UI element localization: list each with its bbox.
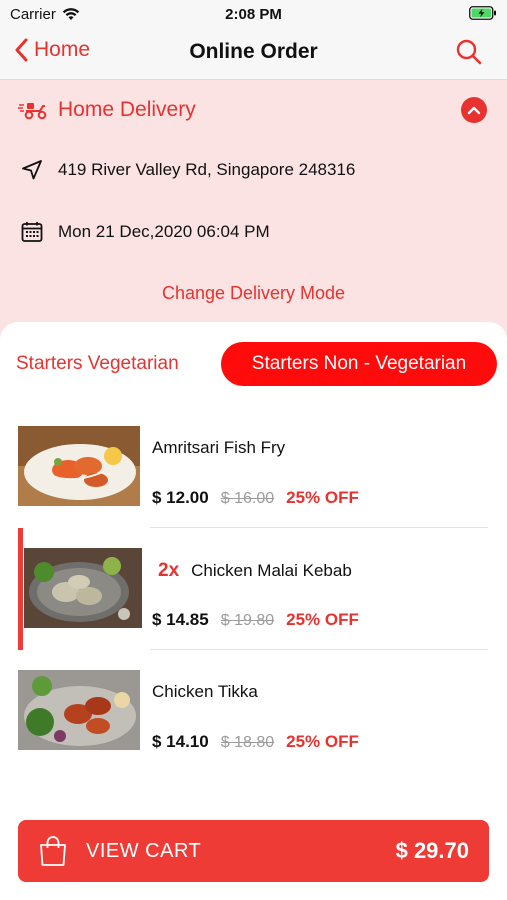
delivery-panel: Home Delivery 419 River Valley Rd, Singa…	[0, 80, 507, 340]
item-prices: $ 14.10 $ 18.80 25% OFF	[152, 732, 359, 752]
item-price: $ 12.00	[152, 488, 209, 507]
item-name: 2x Chicken Malai Kebab	[158, 560, 352, 582]
item-price: $ 14.10	[152, 732, 209, 751]
item-prices: $ 14.85 $ 19.80 25% OFF	[152, 610, 359, 630]
menu-sheet: Starters Vegetarian Starters Non - Veget…	[0, 322, 507, 900]
tab-starters-non-vegetarian[interactable]: Starters Non - Vegetarian	[221, 342, 497, 386]
item-discount: 25% OFF	[286, 488, 359, 507]
delivery-address-row: 419 River Valley Rd, Singapore 248316	[20, 158, 355, 182]
back-label: Home	[34, 38, 91, 61]
chevron-left-icon	[15, 38, 28, 62]
dish-image-chicken-malai-kebab	[24, 548, 146, 628]
item-discount: 25% OFF	[286, 610, 359, 629]
search-icon[interactable]	[455, 38, 483, 66]
delivery-address: 419 River Valley Rd, Singapore 248316	[58, 160, 356, 179]
item-original-price: $ 19.80	[220, 612, 275, 629]
tab-starters-vegetarian[interactable]: Starters Vegetarian	[16, 342, 179, 386]
menu-item-amritsari-fish-fry[interactable]: Amritsari Fish Fry $ 12.00 $ 16.00 25% O…	[0, 406, 507, 528]
delivery-mode-label: Home Delivery	[58, 98, 196, 121]
view-cart-label: VIEW CART	[86, 840, 202, 862]
delivery-datetime-row: Mon 21 Dec,2020 06:04 PM	[20, 220, 270, 244]
item-title: Chicken Malai Kebab	[191, 561, 352, 580]
item-prices: $ 12.00 $ 16.00 25% OFF	[152, 488, 359, 508]
location-arrow-icon	[22, 160, 42, 180]
status-bar: Carrier 2:08 PM	[0, 0, 507, 28]
status-time: 2:08 PM	[225, 6, 282, 23]
menu-item-chicken-tikka[interactable]: Chicken Tikka $ 14.10 $ 18.80 25% OFF	[0, 650, 507, 772]
view-cart-button[interactable]: VIEW CART $ 29.70	[18, 820, 489, 882]
category-tabs: Starters Vegetarian Starters Non - Veget…	[0, 342, 507, 386]
delivery-datetime: Mon 21 Dec,2020 06:04 PM	[58, 222, 270, 241]
battery-charging-icon	[469, 6, 496, 20]
item-discount: 25% OFF	[286, 732, 359, 751]
nav-bar: Home Online Order	[0, 28, 507, 80]
change-delivery-mode-link[interactable]: Change Delivery Mode	[0, 283, 507, 304]
item-original-price: $ 16.00	[220, 490, 275, 507]
calendar-icon	[21, 222, 43, 242]
delivery-mode: Home Delivery	[18, 98, 196, 122]
menu-item-chicken-malai-kebab[interactable]: 2x Chicken Malai Kebab $ 14.85 $ 19.80 2…	[0, 528, 507, 650]
shopping-bag-icon	[40, 836, 66, 866]
item-title: Amritsari Fish Fry	[152, 438, 286, 457]
chevron-up-icon	[467, 106, 481, 115]
item-original-price: $ 18.80	[220, 734, 275, 751]
collapse-button[interactable]	[461, 97, 487, 123]
selected-indicator	[18, 528, 23, 650]
item-name: Amritsari Fish Fry	[152, 438, 285, 458]
item-name: Chicken Tikka	[152, 682, 258, 702]
dish-image-amritsari-fish-fry	[18, 426, 140, 506]
item-quantity: 2x	[158, 560, 180, 581]
delivery-scooter-icon	[18, 103, 47, 120]
cart-total: $ 29.70	[395, 838, 469, 863]
back-button[interactable]: Home	[14, 38, 90, 62]
item-price: $ 14.85	[152, 610, 209, 629]
item-title: Chicken Tikka	[152, 682, 258, 701]
dish-image-chicken-tikka	[18, 670, 140, 750]
